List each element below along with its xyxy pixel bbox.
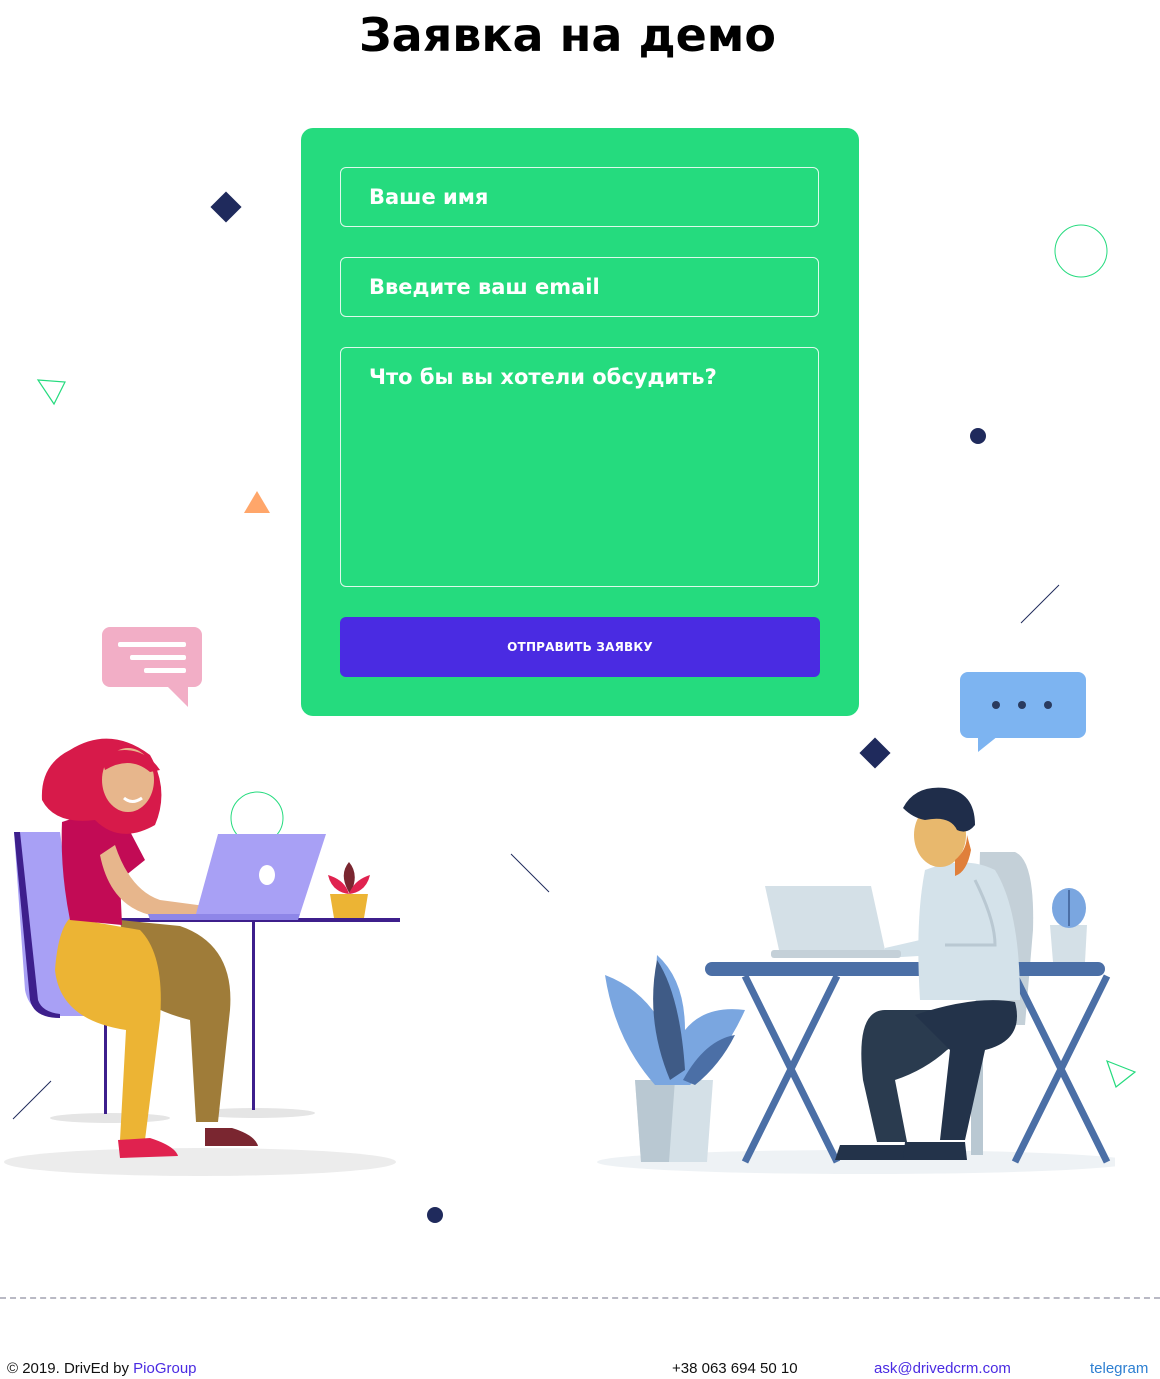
chat-bubble-dots-icon xyxy=(960,672,1086,752)
name-input[interactable]: Ваше имя xyxy=(340,167,819,227)
message-textarea-placeholder: Что бы вы хотели обсудить? xyxy=(369,365,717,389)
diamond-shape xyxy=(859,737,891,769)
circle-outline xyxy=(1054,224,1108,278)
brand-text: DrivEd by xyxy=(63,1360,129,1377)
message-textarea[interactable]: Что бы вы хотели обсудить? xyxy=(340,347,819,587)
submit-request-button[interactable]: ОТПРАВИТЬ ЗАЯВКУ xyxy=(340,617,820,677)
line-slash xyxy=(510,853,550,893)
triangle-filled xyxy=(244,491,270,513)
dot xyxy=(970,428,986,444)
footer-copyright: © 2019. DrivEd by PioGroup xyxy=(7,1360,197,1377)
email-input-placeholder: Введите ваш email xyxy=(369,275,600,299)
chat-bubble-lines-icon xyxy=(102,627,202,707)
triangle-outline xyxy=(36,379,66,406)
footer-divider xyxy=(0,1297,1160,1299)
diamond-shape xyxy=(210,191,242,223)
dot xyxy=(427,1207,443,1223)
footer-telegram-link[interactable]: telegram xyxy=(1090,1360,1148,1377)
footer-email-link[interactable]: ask@drivedcrm.com xyxy=(874,1360,1011,1377)
man-at-desk-illustration xyxy=(597,787,1115,1174)
page-title: Заявка на демо xyxy=(358,8,777,62)
footer-phone: +38 063 694 50 10 xyxy=(672,1360,798,1377)
email-input[interactable]: Введите ваш email xyxy=(340,257,819,317)
piogroup-link[interactable]: PioGroup xyxy=(133,1360,196,1377)
name-input-placeholder: Ваше имя xyxy=(369,185,489,209)
woman-with-laptop-illustration xyxy=(4,738,400,1176)
copyright-text: © 2019. xyxy=(7,1360,60,1377)
demo-request-form: Ваше имя Введите ваш email Что бы вы хот… xyxy=(301,128,859,716)
line-slash xyxy=(1020,584,1060,624)
